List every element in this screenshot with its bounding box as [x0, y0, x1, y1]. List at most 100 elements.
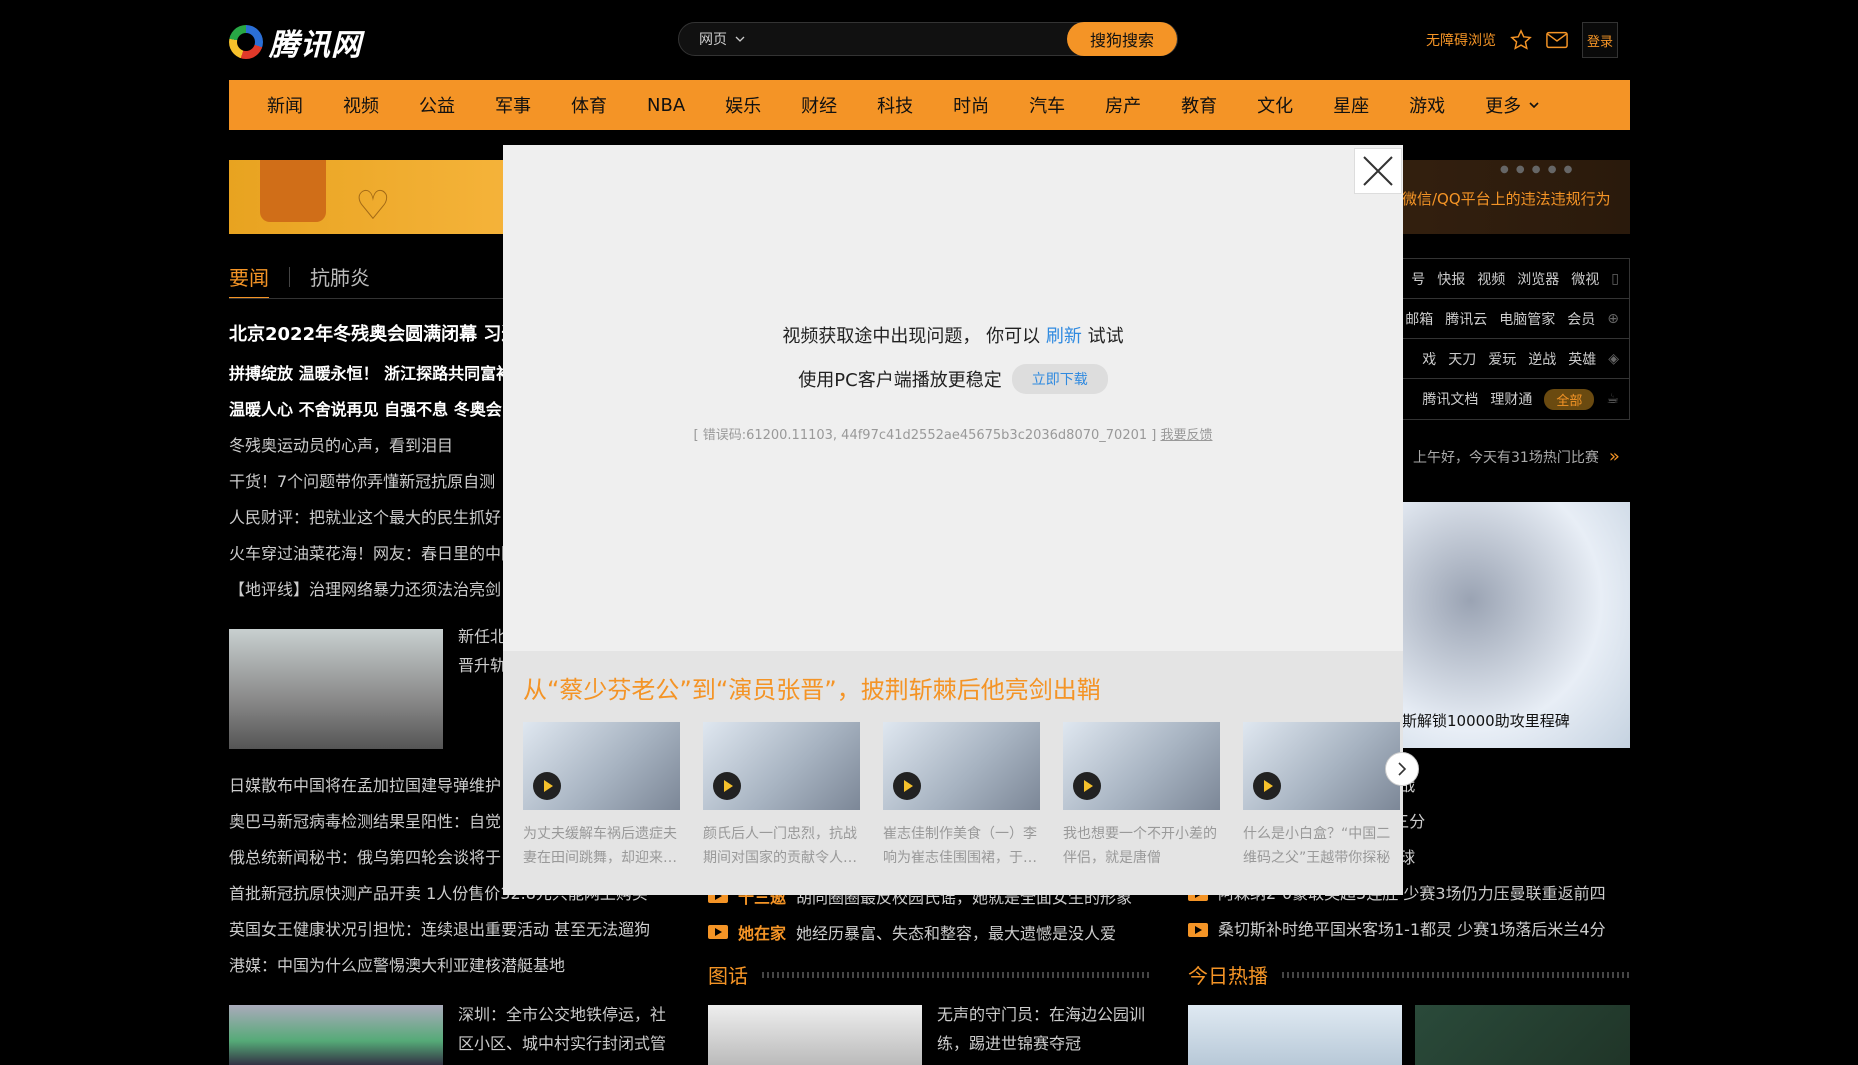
tab-anti-pneumonia[interactable]: 抗肺炎	[310, 262, 370, 299]
news-link[interactable]: 人民财评：把就业这个最大的民生抓好	[229, 500, 504, 536]
nav-item[interactable]: 娱乐	[705, 92, 781, 118]
sports-news-link[interactable]: 桑切斯补时绝平国米客场1-1都灵 少赛1场落后米兰4分	[1188, 912, 1630, 948]
service-link[interactable]: 微视	[1571, 269, 1599, 289]
services-row: 邮箱 腾讯云 电脑管家 会员 ⊕	[1391, 299, 1629, 339]
news-link[interactable]: 冬残奥运动员的心声，看到泪目	[229, 428, 504, 464]
nav-item[interactable]: 财经	[781, 92, 857, 118]
recommended-video[interactable]: 我也想要一个不开小差的伴侣，就是唐僧	[1063, 722, 1220, 870]
recommended-video[interactable]: 崔志佳制作美食（一）李响为崔志佳围围裙，于…	[883, 722, 1040, 870]
headline-link[interactable]: 北京2022年冬残奥会圆满闭幕 习近	[229, 320, 504, 346]
service-link[interactable]: 浏览器	[1517, 269, 1559, 289]
greeting-text: 上午好，今天有31场热门比赛	[1413, 449, 1599, 466]
nav-item[interactable]: 文化	[1237, 92, 1313, 118]
phone-icon[interactable]: ▯	[1611, 271, 1619, 287]
nav-item[interactable]: 军事	[475, 92, 551, 118]
nav-item[interactable]: 科技	[857, 92, 933, 118]
nav-item[interactable]: 游戏	[1389, 92, 1465, 118]
news-link[interactable]: 拼搏绽放 温暖永恒！ 浙江探路共同富裕	[229, 356, 504, 392]
video-caption: 什么是小白盒？“中国二维码之父”王越带你探秘各…	[1243, 826, 1391, 866]
section-title: 图话	[708, 960, 1150, 989]
service-link[interactable]: 爱玩	[1488, 349, 1516, 369]
service-link[interactable]: 逆战	[1528, 349, 1556, 369]
banner-pager[interactable]: ● ● ● ● ●	[1500, 164, 1574, 175]
search-input[interactable]	[779, 23, 1067, 55]
nav-item[interactable]: 房产	[1085, 92, 1161, 118]
video-thumbnail	[523, 722, 680, 810]
recommended-title[interactable]: 从“蔡少芬老公”到“演员张晋”，披荆斩棘后他亮剑出鞘	[523, 670, 1101, 705]
search-type-select[interactable]: 网页	[679, 29, 779, 49]
service-link[interactable]: 理财通	[1490, 389, 1532, 409]
chevron-down-icon	[1529, 102, 1539, 108]
service-link[interactable]: 电脑管家	[1499, 309, 1555, 329]
service-link[interactable]: 戏	[1422, 349, 1436, 369]
video-thumbnail	[1243, 722, 1400, 810]
news-link[interactable]: 干货！7个问题带你弄懂新冠抗原自测	[229, 464, 504, 500]
news-thumbnail[interactable]	[229, 629, 443, 749]
service-link[interactable]: 号	[1411, 269, 1425, 289]
feedback-link[interactable]: 我要反馈	[1160, 428, 1212, 443]
error-message-text: 试试	[1087, 326, 1124, 347]
sports-greeting[interactable]: 上午好，今天有31场热门比赛 »	[1402, 446, 1620, 467]
news-link[interactable]: 英国女王健康状况引担忧：连续退出重要活动 甚至无法遛狗	[229, 912, 689, 948]
nav-more[interactable]: 更多	[1465, 92, 1559, 118]
news-link[interactable]: 温暖人心 不舍说再见 自强不息 冬奥会	[229, 392, 504, 428]
download-button[interactable]: 立即下载	[1011, 364, 1108, 394]
service-link[interactable]: 天刀	[1448, 349, 1476, 369]
news-link[interactable]: 港媒：中国为什么应警惕澳大利亚建核潜艇基地	[229, 948, 689, 984]
login-button[interactable]: 登录	[1582, 22, 1618, 58]
recommended-video[interactable]: 为丈夫缓解车祸后遗症夫妻在田间跳舞，却迎来…	[523, 722, 680, 870]
sports-photo-caption[interactable]: 斯解锁10000助攻里程碑	[1402, 710, 1570, 731]
list-item[interactable]: 她在家 她经历暴富、失态和整容，最大遗憾是没人爱	[708, 920, 1116, 944]
news-thumbnail[interactable]	[229, 1005, 443, 1065]
service-link[interactable]: 邮箱	[1405, 309, 1433, 329]
nav-item[interactable]: 汽车	[1009, 92, 1085, 118]
refresh-link[interactable]: 刷新	[1046, 326, 1082, 347]
service-link[interactable]: 英雄	[1568, 349, 1596, 369]
nav-item[interactable]: NBA	[627, 95, 705, 116]
caption-line: 区小区、城中村实行封闭式管	[458, 1034, 667, 1053]
news-link[interactable]: 火车穿过油菜花海！网友：春日里的中国	[229, 536, 504, 572]
tab-top-news[interactable]: 要闻	[229, 262, 269, 299]
tencent-logo[interactable]: 腾讯网	[229, 20, 362, 64]
service-link[interactable]: 腾讯文档	[1422, 389, 1478, 409]
sogou-search-button[interactable]: 搜狗搜索	[1067, 22, 1177, 56]
logo-text: 腾讯网	[269, 28, 362, 63]
news-link[interactable]: 【地评线】治理网络暴力还须法治亮剑	[229, 572, 504, 608]
photo-caption[interactable]: 无声的守门员：在海边公园训 练，踢进世锦赛夺冠	[937, 1000, 1157, 1058]
mail-icon[interactable]	[1546, 31, 1568, 49]
list-item-text: 桑切斯补时绝平国米客场1-1都灵 少赛1场落后米兰4分	[1218, 920, 1606, 939]
close-button[interactable]	[1354, 148, 1402, 194]
service-link[interactable]: 快报	[1437, 269, 1465, 289]
next-button[interactable]	[1385, 752, 1419, 786]
video-thumbnail[interactable]	[1188, 1005, 1402, 1065]
nav-item[interactable]: 体育	[551, 92, 627, 118]
client-suggestion: 使用PC客户端播放更稳定 立即下载	[503, 364, 1403, 394]
plus-icon[interactable]: ⊕	[1607, 311, 1619, 327]
nav-item[interactable]: 新闻	[247, 92, 323, 118]
photo-thumbnail[interactable]	[708, 1005, 922, 1065]
banner-text[interactable]: 微信/QQ平台上的违法违规行为	[1402, 188, 1611, 209]
channel-nav: 新闻 视频 公益 军事 体育 NBA 娱乐 财经 科技 时尚 汽车 房产 教育 文化 星座 游戏 更多	[229, 80, 1630, 130]
nav-item[interactable]: 星座	[1313, 92, 1389, 118]
service-link[interactable]: 会员	[1567, 309, 1595, 329]
cup-icon[interactable]: ☕	[1606, 391, 1619, 407]
service-link[interactable]: 视频	[1477, 269, 1505, 289]
nav-item[interactable]: 时尚	[933, 92, 1009, 118]
recommended-video[interactable]: 颜氏后人一门忠烈，抗战期间对国家的贡献令人…	[703, 722, 860, 870]
star-icon[interactable]	[1510, 29, 1532, 51]
service-link[interactable]: 全部	[1544, 388, 1595, 410]
video-thumbnail[interactable]	[1415, 1005, 1630, 1065]
nav-item[interactable]: 视频	[323, 92, 399, 118]
video-tag-icon	[1188, 923, 1208, 937]
thumbnail-caption[interactable]: 深圳：全市公交地铁停运，社 区小区、城中村实行封闭式管	[458, 1000, 688, 1058]
gamepad-icon[interactable]: ◈	[1608, 351, 1619, 367]
tag-label: 她在家	[738, 924, 787, 943]
recommended-video[interactable]: 什么是小白盒？“中国二维码之父”王越带你探秘各…	[1243, 722, 1400, 870]
section-title-text: 图话	[708, 964, 748, 988]
video-thumbnail	[703, 722, 860, 810]
accessibility-link[interactable]: 无障碍浏览	[1426, 30, 1496, 50]
service-link[interactable]: 腾讯云	[1445, 309, 1487, 329]
nav-item[interactable]: 教育	[1161, 92, 1237, 118]
caption-line: 深圳：全市公交地铁停运，社	[458, 1005, 667, 1024]
nav-item[interactable]: 公益	[399, 92, 475, 118]
